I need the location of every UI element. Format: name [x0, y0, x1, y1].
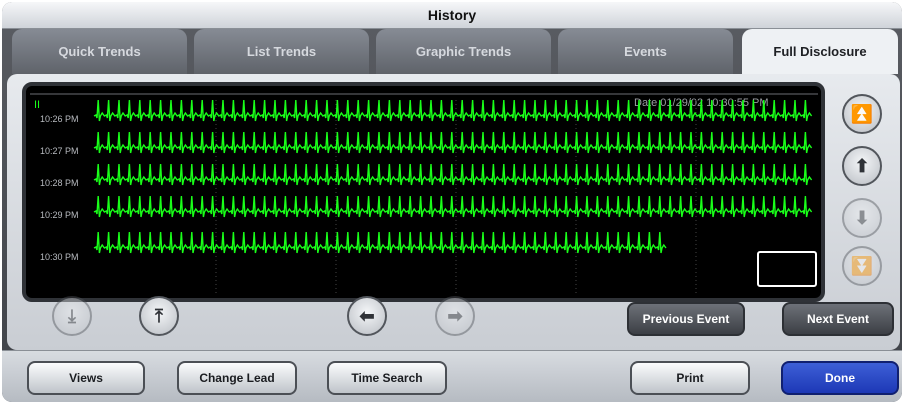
tab-events[interactable]: Events — [558, 29, 733, 74]
tab-full-disclosure[interactable]: Full Disclosure — [742, 29, 898, 74]
time-label: 10:29 PM — [40, 210, 79, 220]
views-button[interactable]: Views — [27, 361, 145, 395]
time-search-button[interactable]: Time Search — [327, 361, 447, 395]
tab-graphic-trends[interactable]: Graphic Trends — [376, 29, 551, 74]
ecg-trace-row — [93, 163, 813, 186]
time-label: 10:28 PM — [40, 178, 79, 188]
double-down-arrow-icon: ⏬ — [850, 256, 874, 276]
tab-list-trends[interactable]: List Trends — [194, 29, 369, 74]
ecg-waveform-canvas: II Date 01/29/02 10:30:55 PM 10:26 PM10:… — [30, 93, 818, 294]
upload-arrow-icon: ⤒ — [155, 306, 163, 326]
right-arrow-icon: ➡ — [447, 306, 463, 326]
page-down-button[interactable]: ⏬ — [842, 246, 882, 286]
scroll-to-end-button[interactable]: ⤓ — [52, 296, 92, 336]
tab-bar: Quick Trends List Trends Graphic Trends … — [2, 29, 902, 74]
ecg-trace-row — [93, 195, 813, 218]
ecg-trace-row — [93, 231, 667, 254]
time-labels: 10:26 PM 10:27 PM 10:28 PM 10:29 PM 10:30 PM — [40, 114, 79, 262]
time-gridlines — [215, 100, 697, 294]
previous-event-button[interactable]: Previous Event — [627, 302, 745, 336]
tab-quick-trends[interactable]: Quick Trends — [12, 29, 187, 74]
download-arrow-icon: ⤓ — [68, 306, 76, 326]
line-down-button[interactable]: ⬇ — [842, 198, 882, 238]
time-label: 10:27 PM — [40, 146, 79, 156]
lead-label: II — [34, 99, 40, 111]
time-label: 10:26 PM — [40, 114, 79, 124]
next-event-button[interactable]: Next Event — [782, 302, 894, 336]
bottom-toolbar: Views Change Lead Time Search Print Done — [2, 350, 902, 402]
history-window: History Quick Trends List Trends Graphic… — [2, 2, 902, 402]
ecg-display[interactable]: II Date 01/29/02 10:30:55 PM 10:26 PM 10:… — [22, 82, 825, 302]
selection-box — [757, 251, 817, 287]
print-button[interactable]: Print — [630, 361, 750, 395]
ecg-traces — [93, 99, 813, 254]
window-title: History — [2, 2, 902, 29]
scroll-right-button[interactable]: ➡ — [435, 296, 475, 336]
done-button[interactable]: Done — [781, 361, 899, 395]
change-lead-button[interactable]: Change Lead — [177, 361, 297, 395]
scroll-to-start-button[interactable]: ⤒ — [139, 296, 179, 336]
scroll-left-button[interactable]: ⬅ — [347, 296, 387, 336]
page-up-button[interactable]: ⏫ — [842, 94, 882, 134]
line-up-button[interactable]: ⬆ — [842, 146, 882, 186]
time-label: 10:30 PM — [40, 252, 79, 262]
up-arrow-icon: ⬆ — [854, 156, 870, 176]
left-arrow-icon: ⬅ — [359, 306, 375, 326]
down-arrow-icon: ⬇ — [854, 208, 870, 228]
ecg-trace-row — [93, 131, 813, 154]
double-up-arrow-icon: ⏫ — [850, 104, 874, 124]
full-disclosure-panel: II Date 01/29/02 10:30:55 PM 10:26 PM 10:… — [7, 74, 900, 350]
